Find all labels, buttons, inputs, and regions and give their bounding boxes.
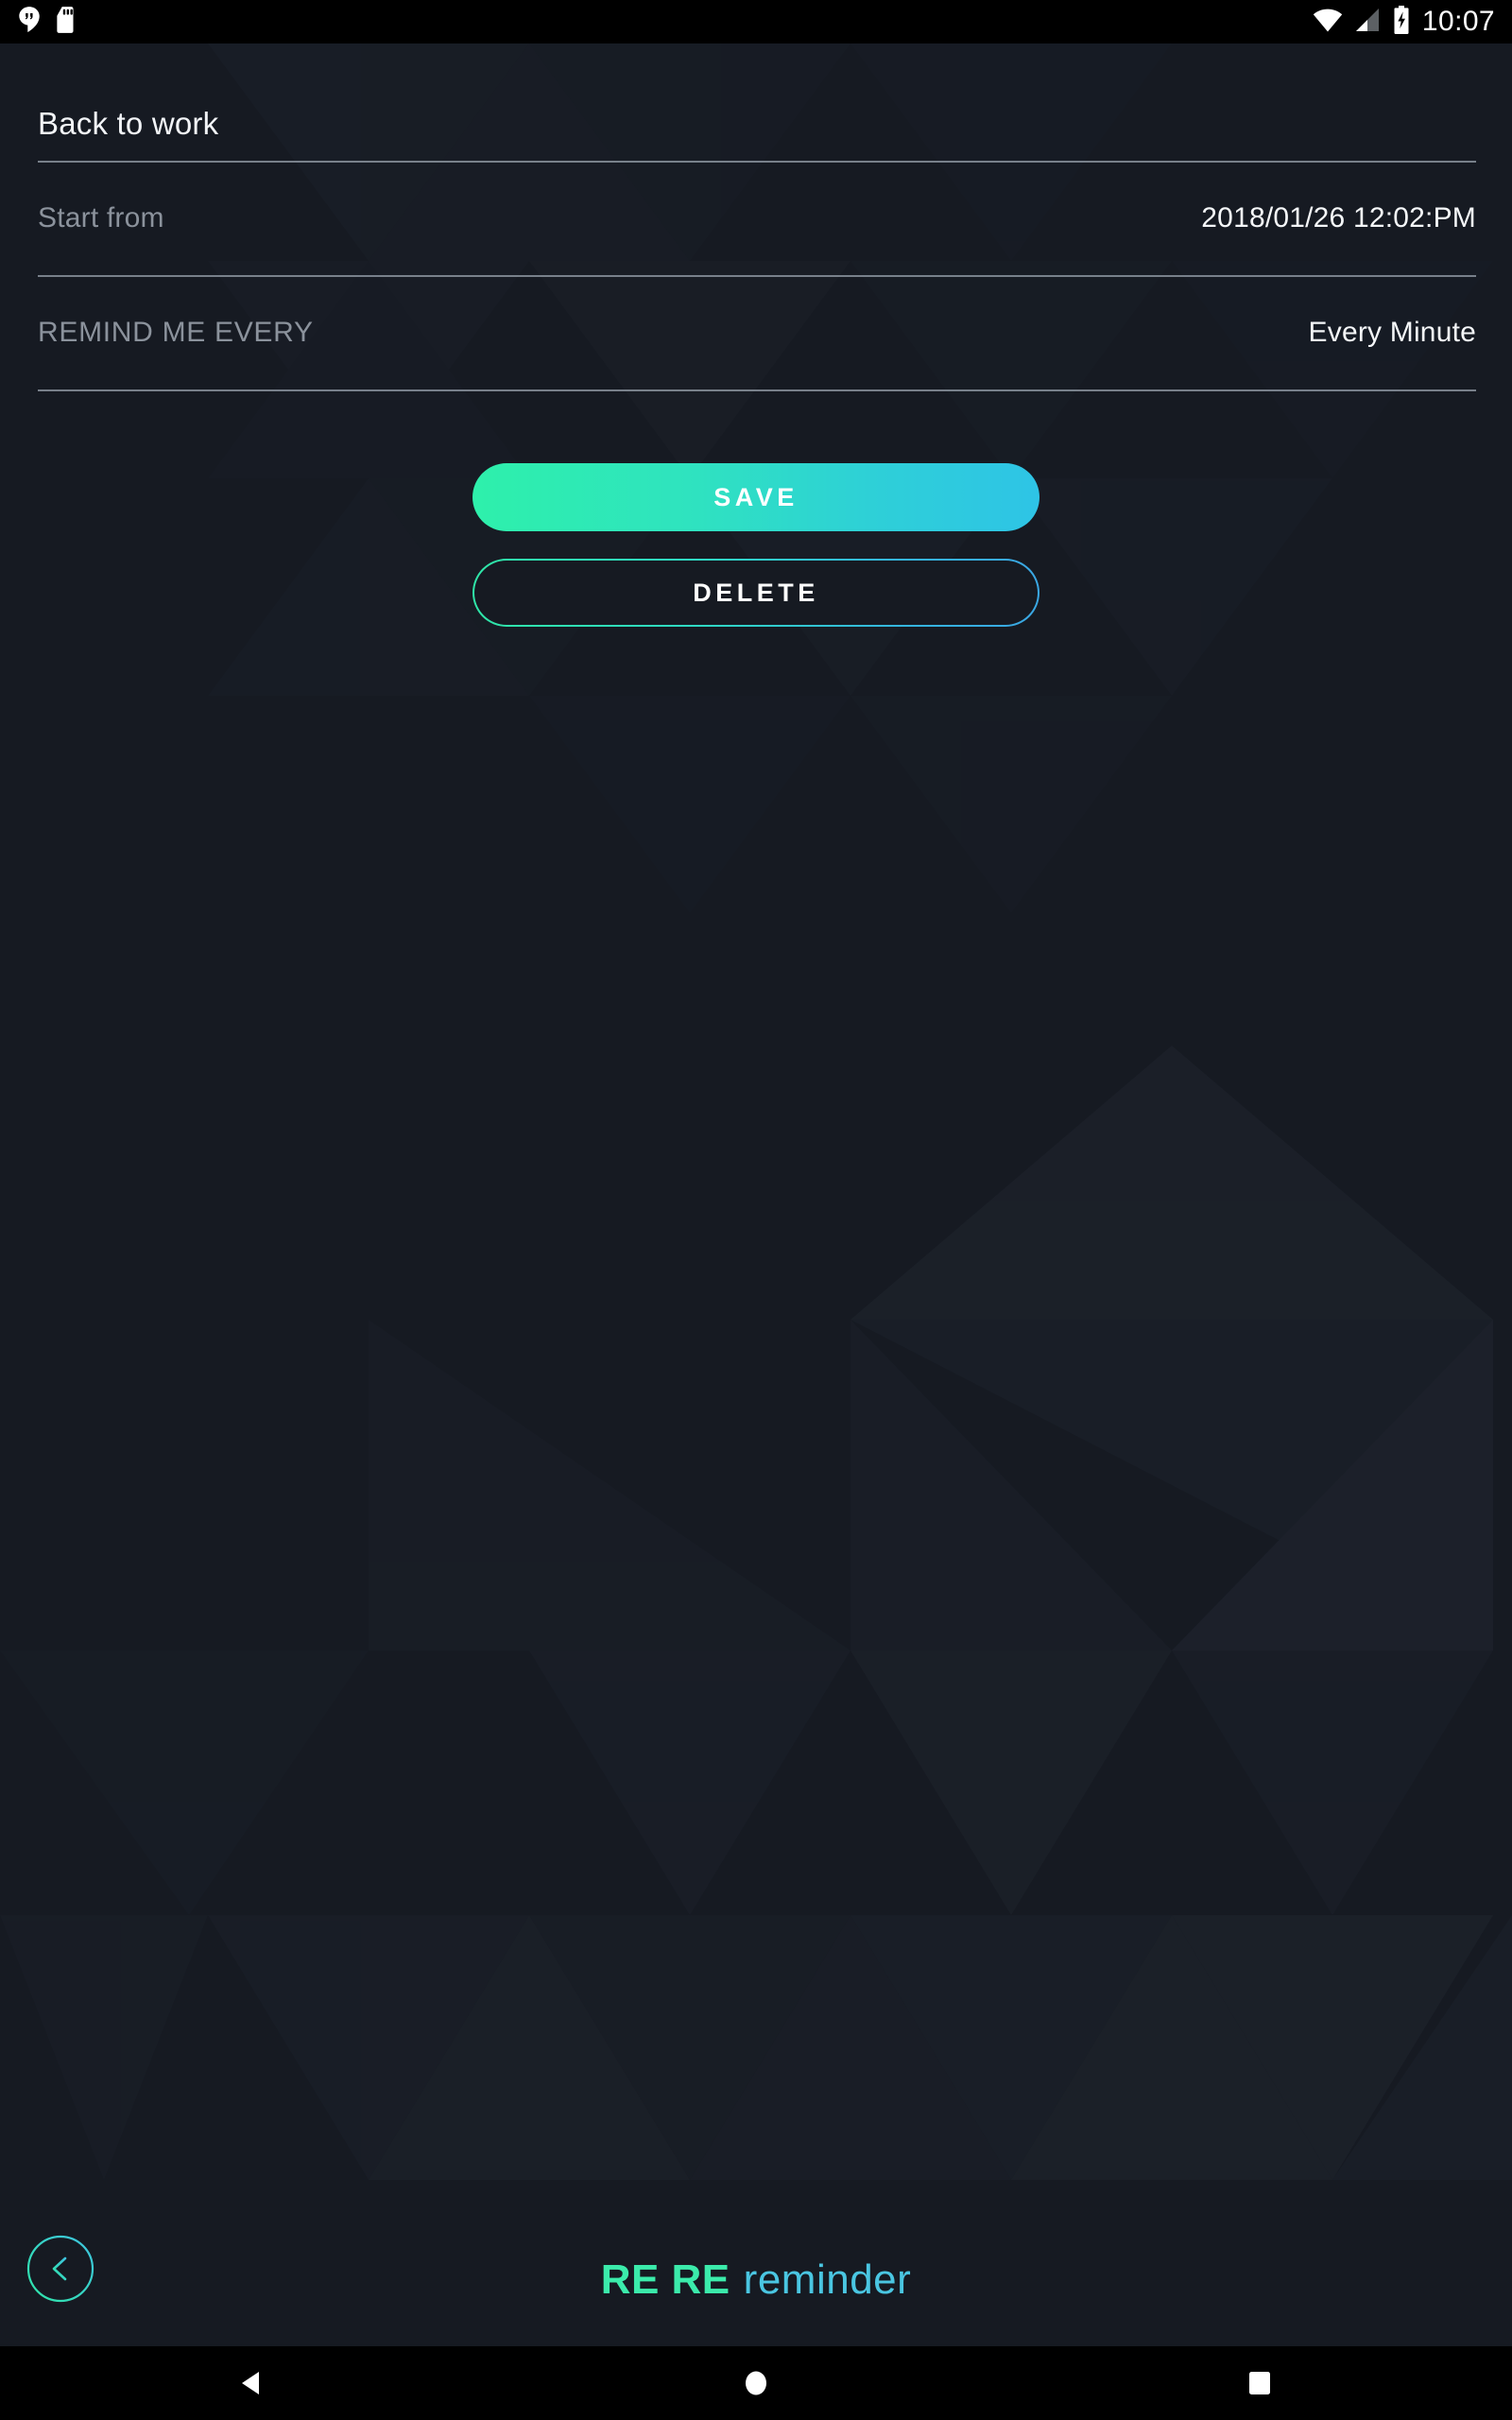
android-navigation-bar	[0, 2346, 1512, 2420]
page-title: Back to work	[38, 106, 219, 141]
nav-recents-button[interactable]	[1175, 2346, 1345, 2420]
nav-recents-square-icon	[1249, 2372, 1271, 2394]
brand-word: reminder	[743, 2256, 912, 2303]
delete-button[interactable]: DELETE	[472, 559, 1040, 627]
nav-home-button[interactable]	[671, 2346, 841, 2420]
wifi-icon	[1313, 8, 1343, 37]
sd-card-icon	[55, 6, 77, 39]
remind-me-every-row[interactable]: REMIND ME EVERY Every Minute	[38, 275, 1476, 389]
start-from-value[interactable]: 2018/01/26 12:02:PM	[1201, 202, 1476, 234]
status-bar: 10:07	[0, 0, 1512, 43]
status-bar-clock: 10:07	[1421, 6, 1495, 37]
nav-back-button[interactable]	[167, 2346, 337, 2420]
battery-charging-icon	[1392, 5, 1411, 39]
brand-mark: RE RE	[600, 2256, 730, 2303]
nav-back-triangle-icon	[241, 2372, 259, 2394]
start-from-row[interactable]: Start from 2018/01/26 12:02:PM	[38, 161, 1476, 275]
status-bar-left-icons	[0, 6, 77, 39]
content-area: Back to work Start from 2018/01/26 12:02…	[0, 43, 1512, 2346]
app-screen: 10:07 Back to work Start from 2018/01/26…	[0, 0, 1512, 2420]
nav-home-circle-icon	[745, 2371, 766, 2395]
cellular-signal-icon	[1354, 8, 1381, 37]
brand-logo: RE RE reminder	[0, 2214, 1512, 2346]
remind-me-every-label: REMIND ME EVERY	[38, 316, 314, 348]
remind-me-every-value[interactable]: Every Minute	[1309, 317, 1476, 349]
footer: RE RE reminder	[0, 2214, 1512, 2346]
status-bar-right-icons: 10:07	[1313, 5, 1512, 39]
hangouts-icon	[17, 6, 42, 39]
save-button[interactable]: SAVE	[472, 463, 1040, 531]
divider-bottom	[38, 389, 1476, 391]
start-from-label: Start from	[38, 201, 164, 233]
